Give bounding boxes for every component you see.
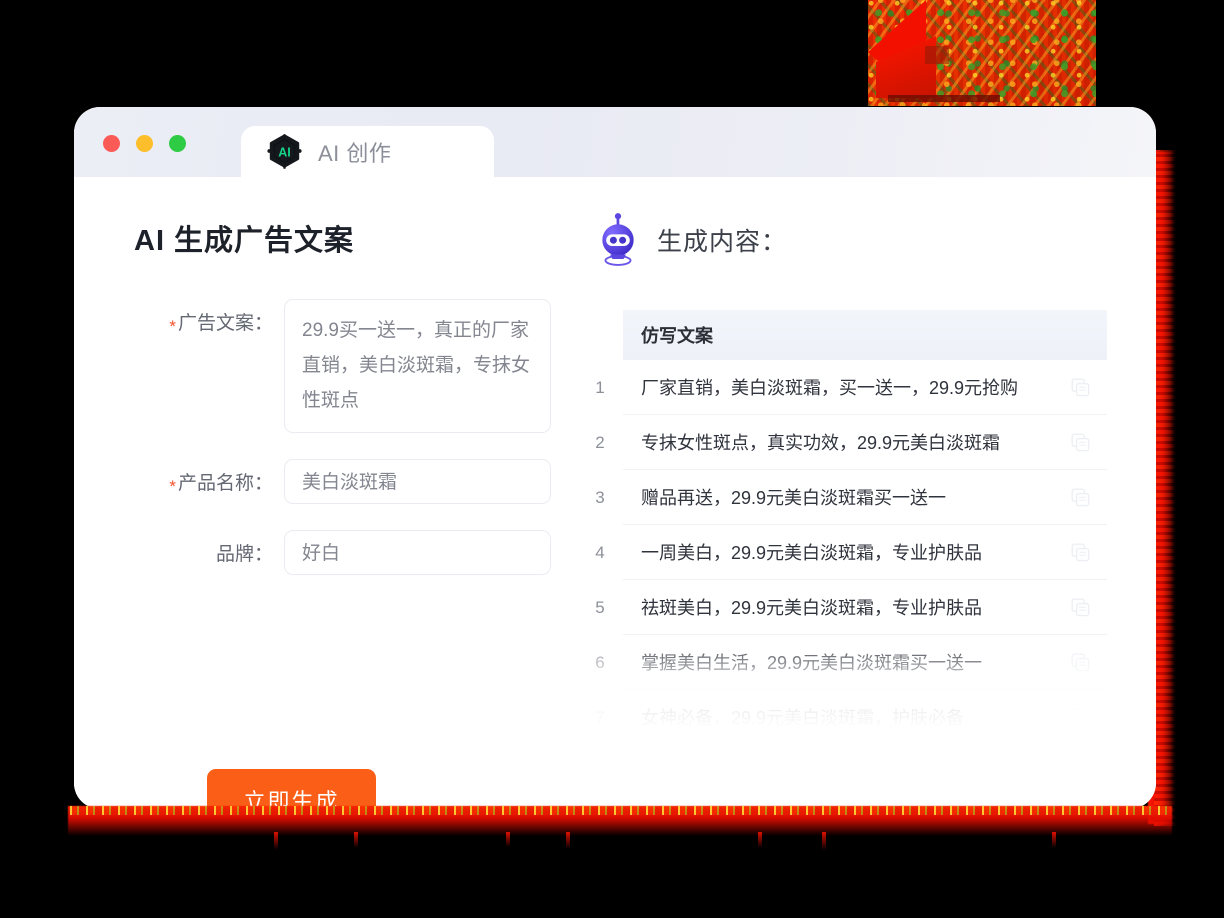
decor-drip bbox=[274, 832, 278, 850]
generate-button[interactable]: 立即生成 bbox=[207, 769, 376, 809]
field-label-brand: 品牌： bbox=[134, 530, 284, 566]
copy-icon[interactable] bbox=[1071, 433, 1090, 452]
row-text: 祛斑美白，29.9元美白淡斑霜，专业护肤品 bbox=[641, 598, 983, 618]
results-table-wrap[interactable]: 仿写文案 1 厂家直销，美白淡斑霜，买一送一，29.9元抢购 2 专抹女性斑点，… bbox=[577, 310, 1107, 730]
table-header-row: 仿写文案 bbox=[577, 310, 1107, 360]
row-text: 赠品再送，29.9元美白淡斑霜买一送一 bbox=[641, 488, 947, 508]
brand-input[interactable]: 好白 bbox=[284, 530, 551, 575]
field-brand: 品牌： 好白 bbox=[134, 530, 582, 575]
required-asterisk-icon: * bbox=[169, 477, 176, 496]
row-index: 3 bbox=[595, 487, 605, 507]
row-content: 祛斑美白，29.9元美白淡斑霜，专业护肤品 bbox=[623, 580, 1107, 635]
row-content: 女神必备，29.9元美白淡斑霜，护肤必备 bbox=[623, 690, 1107, 730]
svg-text:AI: AI bbox=[278, 146, 291, 160]
decor-dark-chip bbox=[925, 46, 949, 64]
row-text: 厂家直销，美白淡斑霜，买一送一，29.9元抢购 bbox=[641, 378, 1019, 398]
row-content: 掌握美白生活，29.9元美白淡斑霜买一送一 bbox=[623, 635, 1107, 690]
window-body: AI 生成广告文案 * 广告文案： 29.9买一送一，真正的厂家直销，美白淡斑霜，… bbox=[74, 177, 1156, 809]
results-panel: 生成内容： 仿写文案 1 厂家直销，美白淡斑霜，买一送一，29.9元抢购 2 专… bbox=[577, 177, 1156, 809]
row-index: 6 bbox=[595, 652, 605, 672]
row-index: 1 bbox=[595, 377, 605, 397]
table-row[interactable]: 2 专抹女性斑点，真实功效，29.9元美白淡斑霜 bbox=[577, 415, 1107, 470]
table-row[interactable]: 5 祛斑美白，29.9元美白淡斑霜，专业护肤品 bbox=[577, 580, 1107, 635]
decor-drip bbox=[822, 832, 826, 850]
row-index: 4 bbox=[595, 542, 605, 562]
copy-icon[interactable] bbox=[1071, 488, 1090, 507]
decor-glow-bottom-speckle bbox=[70, 806, 1170, 815]
copy-icon[interactable] bbox=[1071, 598, 1090, 617]
decor-glow-right-texture bbox=[1154, 150, 1176, 826]
row-text: 一周美白，29.9元美白淡斑霜，专业护肤品 bbox=[641, 543, 983, 563]
copy-icon[interactable] bbox=[1071, 653, 1090, 672]
decor-drip bbox=[1052, 832, 1056, 848]
decor-drip bbox=[566, 832, 570, 849]
close-button[interactable] bbox=[103, 135, 120, 152]
field-label-text: 品牌： bbox=[215, 544, 273, 565]
row-index: 7 bbox=[595, 707, 605, 727]
decor-drip bbox=[354, 832, 358, 848]
row-index: 2 bbox=[595, 432, 605, 452]
column-header-label: 仿写文案 bbox=[641, 326, 713, 346]
results-table: 仿写文案 1 厂家直销，美白淡斑霜，买一送一，29.9元抢购 2 专抹女性斑点，… bbox=[577, 310, 1107, 730]
table-row[interactable]: 6 掌握美白生活，29.9元美白淡斑霜买一送一 bbox=[577, 635, 1107, 690]
minimize-button[interactable] bbox=[136, 135, 153, 152]
results-header: 生成内容： bbox=[595, 213, 1156, 266]
copy-icon[interactable] bbox=[1071, 543, 1090, 562]
table-header-cell: 仿写文案 bbox=[623, 310, 1107, 360]
product-name-input[interactable]: 美白淡斑霜 bbox=[284, 459, 551, 504]
field-ad-copy: * 广告文案： 29.9买一送一，真正的厂家直销，美白淡斑霜，专抹女性斑点 bbox=[134, 299, 582, 433]
field-product-name: * 产品名称： 美白淡斑霜 bbox=[134, 459, 582, 504]
row-content: 一周美白，29.9元美白淡斑霜，专业护肤品 bbox=[623, 525, 1107, 580]
maximize-button[interactable] bbox=[169, 135, 186, 152]
app-window: AI AI 创作 AI 生成广告文案 * 广告文案： 29.9买一送一，真正的厂家… bbox=[74, 107, 1156, 809]
screen: AI AI 创作 AI 生成广告文案 * 广告文案： 29.9买一送一，真正的厂家… bbox=[0, 0, 1224, 918]
ad-copy-textarea[interactable]: 29.9买一送一，真正的厂家直销，美白淡斑霜，专抹女性斑点 bbox=[284, 299, 551, 433]
row-content: 厂家直销，美白淡斑霜，买一送一，29.9元抢购 bbox=[623, 360, 1107, 415]
tab-ai-creation[interactable]: AI AI 创作 bbox=[241, 126, 494, 177]
row-text: 掌握美白生活，29.9元美白淡斑霜买一送一 bbox=[641, 653, 983, 673]
page-title: AI 生成广告文案 bbox=[134, 225, 355, 257]
robot-icon bbox=[595, 213, 641, 266]
window-titlebar: AI AI 创作 bbox=[74, 107, 1156, 177]
ai-hexagon-icon: AI bbox=[266, 133, 303, 170]
row-content: 专抹女性斑点，真实功效，29.9元美白淡斑霜 bbox=[623, 415, 1107, 470]
tab-label: AI 创作 bbox=[318, 140, 392, 166]
form-panel: AI 生成广告文案 * 广告文案： 29.9买一送一，真正的厂家直销，美白淡斑霜，… bbox=[74, 177, 582, 809]
field-label-text: 产品名称： bbox=[177, 473, 273, 494]
required-asterisk-icon: * bbox=[169, 317, 176, 336]
table-row[interactable]: 4 一周美白，29.9元美白淡斑霜，专业护肤品 bbox=[577, 525, 1107, 580]
row-content: 赠品再送，29.9元美白淡斑霜买一送一 bbox=[623, 470, 1107, 525]
results-title: 生成内容： bbox=[657, 227, 788, 256]
copy-icon[interactable] bbox=[1071, 708, 1090, 727]
row-text: 女神必备，29.9元美白淡斑霜，护肤必备 bbox=[641, 708, 965, 728]
table-row[interactable]: 7 女神必备，29.9元美白淡斑霜，护肤必备 bbox=[577, 690, 1107, 730]
field-label-product-name: * 产品名称： bbox=[134, 459, 284, 496]
traffic-lights bbox=[103, 135, 186, 152]
table-row[interactable]: 3 赠品再送，29.9元美白淡斑霜买一送一 bbox=[577, 470, 1107, 525]
decor-dark-bar bbox=[888, 95, 1000, 102]
decor-drip bbox=[506, 832, 510, 847]
table-row[interactable]: 1 厂家直销，美白淡斑霜，买一送一，29.9元抢购 bbox=[577, 360, 1107, 415]
field-label-text: 广告文案： bbox=[177, 313, 273, 334]
row-index: 5 bbox=[595, 597, 605, 617]
row-text: 专抹女性斑点，真实功效，29.9元美白淡斑霜 bbox=[641, 433, 1001, 453]
field-label-ad-copy: * 广告文案： bbox=[134, 299, 284, 336]
copy-icon[interactable] bbox=[1071, 378, 1090, 397]
decor-drip bbox=[758, 832, 762, 848]
